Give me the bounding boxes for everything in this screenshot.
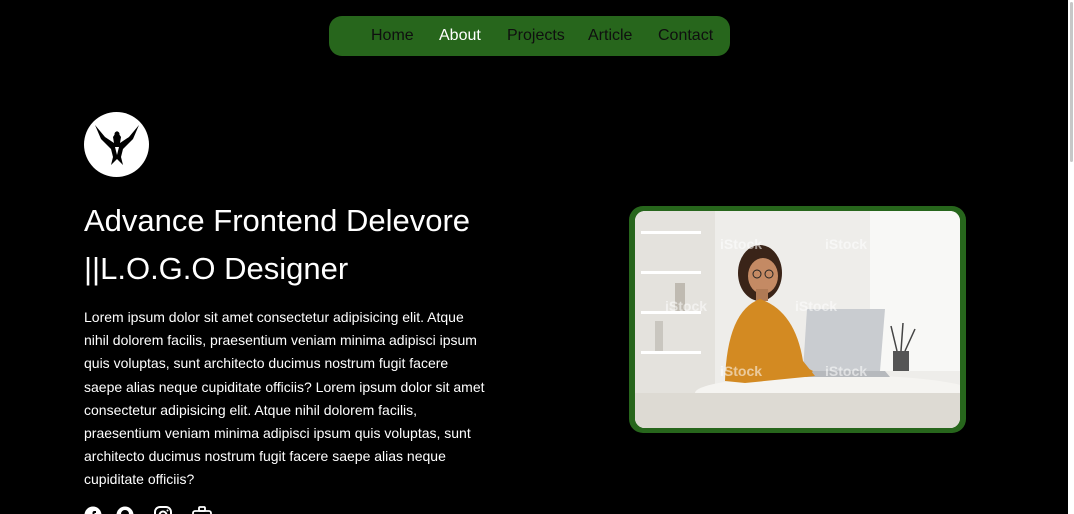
facebook-icon[interactable]	[84, 506, 102, 514]
watermark-text: iStock	[665, 298, 707, 314]
hero-title-line1: Advance Frontend Delevore	[84, 203, 471, 238]
page: Home About Projects Article Contact Adva…	[0, 0, 1074, 514]
instagram-icon[interactable]	[154, 506, 172, 514]
briefcase-icon[interactable]	[192, 506, 212, 514]
eagle-logo-icon[interactable]	[84, 112, 149, 177]
nav-about-link[interactable]: About	[439, 26, 481, 46]
social-links	[84, 506, 212, 514]
watermark-text: iStock	[825, 363, 867, 379]
nav-home-link[interactable]: Home	[371, 26, 414, 46]
page-scrollbar[interactable]	[1068, 0, 1074, 514]
hero-title: Advance Frontend Delevore ||L.O.G.O Desi…	[84, 197, 544, 293]
nav-article-link[interactable]: Article	[588, 26, 632, 46]
watermark-text: iStock	[720, 236, 762, 252]
nav-projects-link[interactable]: Projects	[507, 26, 565, 46]
hero-image: iStock iStock iStock iStock iStock iStoc…	[635, 211, 960, 428]
nav-contact-link[interactable]: Contact	[658, 26, 713, 46]
scrollbar-thumb[interactable]	[1070, 2, 1073, 162]
hero-description: Lorem ipsum dolor sit amet consectetur a…	[84, 309, 485, 488]
watermark-text: iStock	[795, 298, 837, 314]
top-nav: Home About Projects Article Contact	[329, 16, 730, 56]
watermark-text: iStock	[720, 363, 762, 379]
github-icon[interactable]	[116, 506, 134, 514]
watermark-text: iStock	[825, 236, 867, 252]
hero-image-frame: iStock iStock iStock iStock iStock iStoc…	[629, 206, 966, 433]
hero-title-line2: ||L.O.G.O Designer	[84, 251, 349, 286]
